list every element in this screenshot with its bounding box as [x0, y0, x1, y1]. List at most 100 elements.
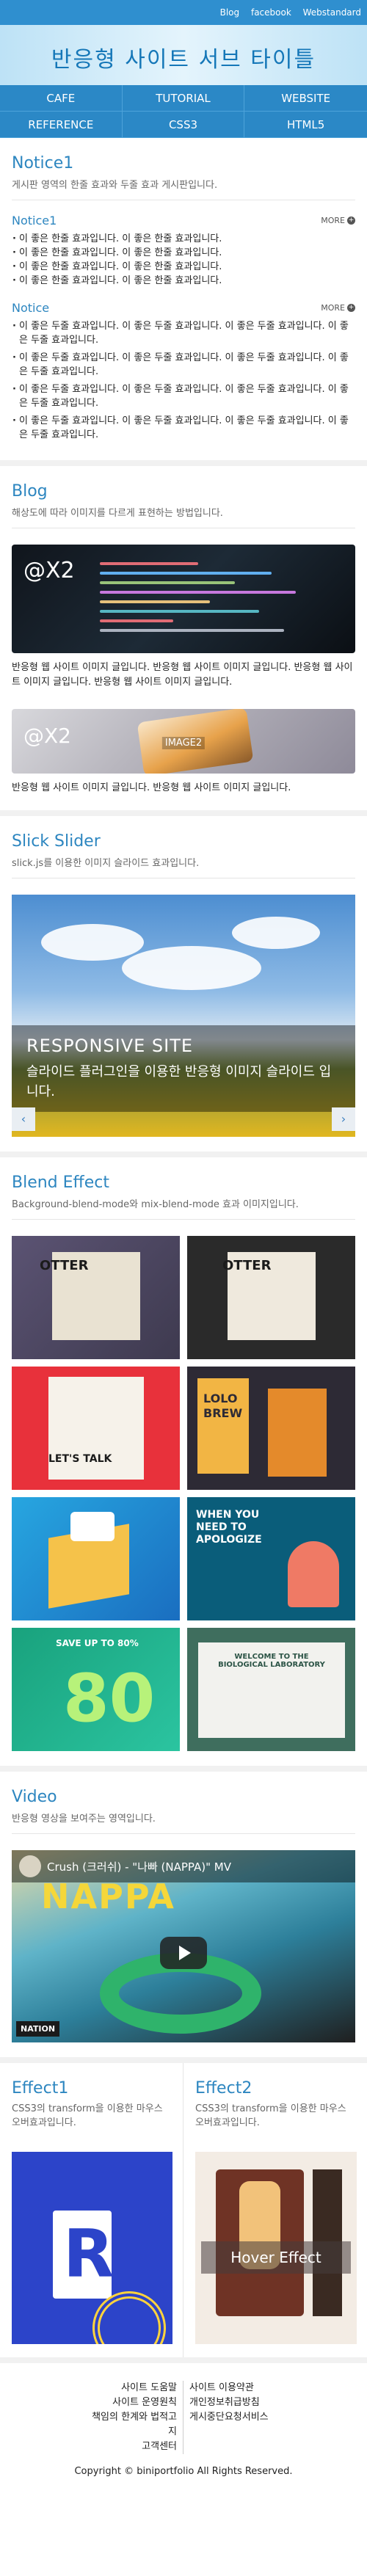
blend-image[interactable]: WHEN YOU NEED TO APOLOGIZE: [187, 1497, 355, 1620]
footer-link[interactable]: 사이트 도움말: [88, 2381, 184, 2395]
section-desc: Background-blend-mode와 mix-blend-mode 효과…: [12, 1196, 355, 1220]
section-desc: 반응형 영상을 보여주는 영역입니다.: [12, 1811, 355, 1834]
effects-section: Effect1 CSS3의 transform을 이용한 마우스 오버효과입니다…: [0, 2063, 367, 2363]
footer: 사이트 도움말 사이트 이용약관 사이트 운영원칙 개인정보취급방침 책임의 한…: [0, 2363, 367, 2497]
play-button-icon[interactable]: [160, 1937, 207, 1969]
cloud-shape: [41, 924, 144, 961]
section-desc: slick.js를 이용한 이미지 슬라이드 효과입니다.: [12, 855, 355, 878]
notice-block-double: Notice MORE+ 이 좋은 두줄 효과입니다. 이 좋은 두줄 효과입니…: [12, 301, 355, 442]
next-arrow-icon[interactable]: ›: [332, 1107, 355, 1131]
circle-graphic: [92, 2291, 166, 2344]
blend-image[interactable]: LET'S TALK: [12, 1367, 180, 1490]
number-graphic: 80: [63, 1660, 156, 1737]
cloud-shape: [232, 917, 320, 949]
blog-text: 반응형 웹 사이트 이미지 글입니다. 반응형 웹 사이트 이미지 글입니다.: [12, 782, 291, 793]
nav-item-reference[interactable]: REFERENCE: [0, 112, 123, 138]
footer-link[interactable]: 책임의 한계와 법적고지: [88, 2410, 184, 2439]
poster-title: WELCOME TO THE BIOLOGICAL LABORATORY: [218, 1653, 325, 1669]
notice-head: Notice1 MORE +: [12, 214, 355, 228]
footer-link[interactable]: 개인정보취급방침: [184, 2395, 279, 2410]
prev-arrow-icon[interactable]: ‹: [12, 1107, 35, 1131]
section-desc: 게시판 영역의 한줄 효과와 두줄 효과 게시판입니다.: [12, 177, 355, 200]
poster-title: LET'S TALK: [48, 1453, 112, 1465]
list-item[interactable]: 이 좋은 한줄 효과입니다. 이 좋은 한줄 효과입니다.: [12, 232, 355, 246]
notice-list: 이 좋은 한줄 효과입니다. 이 좋은 한줄 효과입니다. 이 좋은 한줄 효과…: [12, 232, 355, 288]
site-title[interactable]: 반응형 사이트 서브 타이틀: [51, 41, 316, 73]
section-desc: CSS3의 transform을 이용한 마우스 오버효과입니다.: [12, 2103, 163, 2128]
channel-avatar[interactable]: [19, 1855, 41, 1877]
top-link-facebook[interactable]: facebook: [251, 7, 291, 18]
blog-image-code[interactable]: @X2: [12, 545, 355, 653]
blend-image[interactable]: OTTER: [187, 1236, 355, 1359]
effect-card-2: Effect2 CSS3의 transform을 이용한 마우스 오버효과입니다…: [184, 2063, 367, 2357]
list-item[interactable]: 이 좋은 한줄 효과입니다. 이 좋은 한줄 효과입니다.: [12, 274, 355, 288]
footer-link[interactable]: 고객센터: [88, 2439, 184, 2454]
list-item[interactable]: 이 좋은 두줄 효과입니다. 이 좋은 두줄 효과입니다. 이 좋은 두줄 효과…: [12, 414, 355, 442]
blend-image[interactable]: OTTER: [12, 1236, 180, 1359]
footer-link[interactable]: 게시중단요청서비스: [184, 2410, 279, 2439]
top-link-webstandard[interactable]: Webstandard: [303, 7, 361, 18]
notice-head: Notice MORE +: [12, 301, 355, 315]
blog-text: 반응형 웹 사이트 이미지 글입니다. 반응형 웹 사이트 이미지 글입니다. …: [12, 662, 353, 688]
list-item[interactable]: 이 좋은 한줄 효과입니다. 이 좋은 한줄 효과입니다.: [12, 246, 355, 260]
blend-section: Blend Effect Background-blend-mode와 mix-…: [0, 1157, 367, 1772]
cloud-shape: [122, 946, 261, 990]
section-title: Effect2: [195, 2079, 252, 2097]
nav-item-css3[interactable]: CSS3: [122, 112, 245, 138]
section-title: Slick Slider: [12, 832, 101, 851]
top-links: Blog facebook Webstandard: [211, 7, 361, 18]
list-item[interactable]: 이 좋은 두줄 효과입니다. 이 좋은 두줄 효과입니다. 이 좋은 두줄 효과…: [12, 351, 355, 379]
copyright: Copyright © biniportfolio All Rights Res…: [74, 2466, 293, 2477]
more-button[interactable]: MORE +: [321, 303, 355, 313]
blend-image[interactable]: [12, 1497, 180, 1620]
blend-image[interactable]: SAVE UP TO 80% 80: [12, 1628, 180, 1751]
effect-image[interactable]: R: [12, 2152, 172, 2344]
section-title: Effect1: [12, 2079, 69, 2097]
footer-link[interactable]: 사이트 운영원칙: [88, 2395, 184, 2410]
section-desc: CSS3의 transform을 이용한 마우스 오버효과입니다.: [195, 2103, 346, 2128]
notice-label: Notice: [12, 301, 50, 315]
image-badge: @X2: [23, 558, 75, 583]
title-banner: 반응형 사이트 서브 타이틀: [0, 25, 367, 85]
section-title: Video: [12, 1788, 57, 1806]
list-item[interactable]: 이 좋은 두줄 효과입니다. 이 좋은 두줄 효과입니다. 이 좋은 두줄 효과…: [12, 319, 355, 347]
channel-logo: NATION: [16, 2021, 60, 2037]
image-tag: IMAGE2: [161, 737, 206, 749]
section-title: Blog: [12, 482, 48, 501]
section-title: Blend Effect: [12, 1174, 109, 1192]
top-link-blog[interactable]: Blog: [220, 7, 240, 18]
notice-block-single: Notice1 MORE+ 이 좋은 한줄 효과입니다. 이 좋은 한줄 효과입…: [12, 214, 355, 288]
effect-image[interactable]: Hover Effect: [195, 2152, 357, 2344]
list-item[interactable]: 이 좋은 두줄 효과입니다. 이 좋은 두줄 효과입니다. 이 좋은 두줄 효과…: [12, 382, 355, 410]
section-title: Notice1: [12, 154, 74, 172]
poster-title: WHEN YOU NEED TO APOLOGIZE: [196, 1509, 262, 1546]
image-badge: @X2: [23, 724, 71, 748]
more-label: MORE: [321, 303, 345, 313]
main-nav: CAFE TUTORIAL WEBSITE REFERENCE CSS3 HTM…: [0, 85, 367, 138]
nav-item-website[interactable]: WEBSITE: [244, 85, 367, 112]
blog-image-phone[interactable]: @X2 IMAGE2: [12, 709, 355, 774]
video-player[interactable]: NAPPA Crush (크러쉬) - "나빠 (NAPPA)" MV NATI…: [12, 1850, 355, 2042]
notice-label: Notice1: [12, 214, 57, 228]
blend-grid: OTTER OTTER LET'S TALK LOLO BREW WHEN YO…: [12, 1236, 355, 1751]
effect-card-1: Effect1 CSS3의 transform을 이용한 마우스 오버효과입니다…: [0, 2063, 184, 2357]
list-item[interactable]: 이 좋은 한줄 효과입니다. 이 좋은 한줄 효과입니다.: [12, 260, 355, 274]
poster-title: SAVE UP TO 80%: [56, 1638, 139, 1648]
nav-item-tutorial[interactable]: TUTORIAL: [122, 85, 245, 112]
footer-link: [184, 2439, 279, 2454]
nav-item-html5[interactable]: HTML5: [244, 112, 367, 138]
blend-image[interactable]: LOLO BREW: [187, 1367, 355, 1490]
blog-section: Blog 해상도에 따라 이미지를 다르게 표현하는 방법입니다. @X2 반응…: [0, 466, 367, 816]
building-shape: [70, 1512, 115, 1541]
more-button[interactable]: MORE +: [321, 216, 355, 225]
image-slider[interactable]: RESPONSIVE SITE 슬라이드 플러그인을 이용한 반응형 이미지 슬…: [12, 895, 355, 1137]
figure-shape: [288, 1541, 339, 1607]
poster-title: OTTER: [40, 1258, 89, 1273]
blend-image[interactable]: WELCOME TO THE BIOLOGICAL LABORATORY: [187, 1628, 355, 1751]
footer-link[interactable]: 사이트 이용약관: [184, 2381, 279, 2395]
nav-item-cafe[interactable]: CAFE: [0, 85, 123, 112]
section-desc: 해상도에 따라 이미지를 다르게 표현하는 방법입니다.: [12, 505, 355, 528]
video-title[interactable]: Crush (크러쉬) - "나빠 (NAPPA)" MV: [47, 1859, 231, 1874]
notice-list: 이 좋은 두줄 효과입니다. 이 좋은 두줄 효과입니다. 이 좋은 두줄 효과…: [12, 319, 355, 442]
notice-section: Notice1 게시판 영역의 한줄 효과와 두줄 효과 게시판입니다. Not…: [0, 138, 367, 466]
